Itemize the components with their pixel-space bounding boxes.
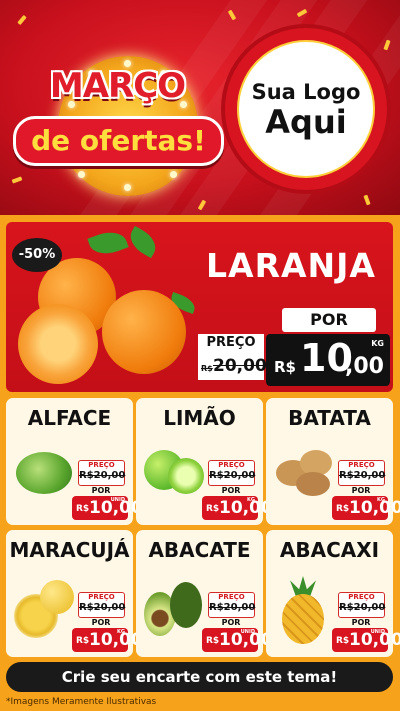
new-price-label: POR xyxy=(351,618,371,627)
price-unit: KG xyxy=(377,497,385,503)
old-price-tag: PREÇO R$20,00 xyxy=(208,460,255,486)
old-price-label: PREÇO xyxy=(348,593,375,601)
old-price-value: R$20,00 xyxy=(209,602,256,613)
confetti xyxy=(17,14,27,26)
new-price-tag: R$ 10,00 UNID xyxy=(332,628,400,652)
new-price-label: POR xyxy=(91,618,111,627)
logo-inner-circle: Sua Logo Aqui xyxy=(237,40,375,178)
marquee-bulb xyxy=(124,184,131,191)
logo-placeholder[interactable]: Sua Logo Aqui xyxy=(225,28,387,190)
product-card-abacate[interactable]: ABACATE PREÇO R$20,00 POR R$ 10,00 UNID xyxy=(136,530,273,657)
price-unit: UNID xyxy=(370,629,385,635)
product-card-limão[interactable]: LIMÃO PREÇO R$20,00 POR R$ 10,00 KG xyxy=(136,398,273,525)
potato-icon xyxy=(272,444,336,520)
new-price-tag: R$ 10,00 KG xyxy=(202,496,273,520)
header-banner: MARÇO de ofertas! Sua Logo Aqui xyxy=(0,0,400,215)
potato-icon-part xyxy=(296,472,330,496)
passion-fruit-icon xyxy=(12,576,76,652)
old-price-label: PREÇO xyxy=(348,461,375,469)
old-price-value: R$20,00 xyxy=(79,470,126,481)
old-price-tag: PREÇO R$20,00 xyxy=(338,592,385,618)
campaign-title: MARÇO xyxy=(49,66,186,106)
old-price-tag: PREÇO R$20,00 xyxy=(208,592,255,618)
orange-icon xyxy=(102,290,186,374)
lettuce-icon xyxy=(12,444,76,520)
lettuce-icon-part xyxy=(16,452,72,494)
product-card-abacaxi[interactable]: ABACAXI PREÇO R$20,00 POR R$ 10,00 UNID xyxy=(266,530,400,657)
product-name: ABACATE xyxy=(148,538,251,562)
avocado-icon-part xyxy=(170,582,202,628)
new-price-box: R$ 10 ,00 KG xyxy=(266,334,390,386)
price-currency: R$ xyxy=(336,504,350,514)
price-currency: R$ xyxy=(206,504,220,514)
product-name: MARACUJÁ xyxy=(9,538,130,562)
product-name: ABACAXI xyxy=(279,538,380,562)
price-unit: KG xyxy=(117,629,125,635)
product-card-alface[interactable]: ALFACE PREÇO R$20,00 POR R$ 10,00 UNID xyxy=(6,398,143,525)
new-price-label: POR xyxy=(221,618,241,627)
old-price-label: PREÇO xyxy=(218,593,245,601)
old-price-currency: R$ xyxy=(201,364,213,373)
price-unit: KG xyxy=(247,497,255,503)
price-currency: R$ xyxy=(274,358,296,376)
campaign-subtitle: de ofertas! xyxy=(13,116,224,166)
new-price-label: POR xyxy=(91,486,111,495)
price-unit: KG xyxy=(371,339,384,348)
logo-text-line1: Sua Logo xyxy=(251,80,361,104)
cta-button[interactable]: Crie seu encarte com este tema! xyxy=(6,662,393,692)
old-price-tag: PREÇO R$20,00 xyxy=(338,460,385,486)
lime-icon xyxy=(142,444,206,520)
pineapple-icon xyxy=(272,576,336,652)
new-price-label: POR xyxy=(282,308,376,332)
orange-slice-icon xyxy=(18,304,98,384)
price-unit: UNID xyxy=(110,497,125,503)
old-price-value: R$20,00 xyxy=(339,470,386,481)
new-price-label: POR xyxy=(351,486,371,495)
new-price-tag: R$ 10,00 KG xyxy=(72,628,143,652)
featured-product-name: LARANJA xyxy=(206,246,376,285)
campaign-badge: MARÇO de ofertas! xyxy=(10,36,225,196)
old-price-value: R$20,00 xyxy=(79,602,126,613)
old-price-value: 20,00 xyxy=(213,356,267,376)
price-unit: UNID xyxy=(240,629,255,635)
marquee-bulb xyxy=(78,171,85,178)
old-price-box: R$ 20,00 xyxy=(198,352,267,380)
price-currency: R$ xyxy=(336,636,350,646)
discount-badge: -50% xyxy=(12,238,62,272)
new-price-tag: R$ 10,00 UNID xyxy=(202,628,273,652)
pineapple-icon-part xyxy=(282,594,324,644)
lime-icon-part xyxy=(168,458,204,494)
price-value: 10,00 xyxy=(219,498,273,518)
old-price-tag: PREÇO R$20,00 xyxy=(78,460,125,486)
price-value: 10,00 xyxy=(349,498,400,518)
marquee-bulb xyxy=(170,171,177,178)
old-price-value: R$20,00 xyxy=(209,470,256,481)
new-price-tag: R$ 10,00 UNID xyxy=(72,496,143,520)
product-name: ALFACE xyxy=(27,406,112,430)
price-value: 10,00 xyxy=(89,630,143,650)
old-price-label: PREÇO xyxy=(88,461,115,469)
passion-fruit-icon-part xyxy=(40,580,74,614)
disclaimer-text: *Imagens Meramente Ilustrativas xyxy=(6,697,157,707)
new-price-tag: R$ 10,00 KG xyxy=(332,496,400,520)
product-name: LIMÃO xyxy=(163,406,236,430)
old-price-label: PREÇO xyxy=(198,334,264,352)
confetti xyxy=(363,194,371,206)
avocado-icon xyxy=(142,576,206,652)
old-price-tag: PREÇO R$20,00 xyxy=(78,592,125,618)
logo-text-line2: Aqui xyxy=(265,103,347,141)
product-card-batata[interactable]: BATATA PREÇO R$20,00 POR R$ 10,00 KG xyxy=(266,398,400,525)
product-name: BATATA xyxy=(288,406,371,430)
new-price-label: POR xyxy=(221,486,241,495)
old-price-label: PREÇO xyxy=(88,593,115,601)
price-currency: R$ xyxy=(76,504,90,514)
price-currency: R$ xyxy=(76,636,90,646)
old-price-value: R$20,00 xyxy=(339,602,386,613)
price-decimal: ,00 xyxy=(345,354,384,379)
product-card-maracujá[interactable]: MARACUJÁ PREÇO R$20,00 POR R$ 10,00 KG xyxy=(6,530,143,657)
price-currency: R$ xyxy=(206,636,220,646)
old-price-label: PREÇO xyxy=(218,461,245,469)
